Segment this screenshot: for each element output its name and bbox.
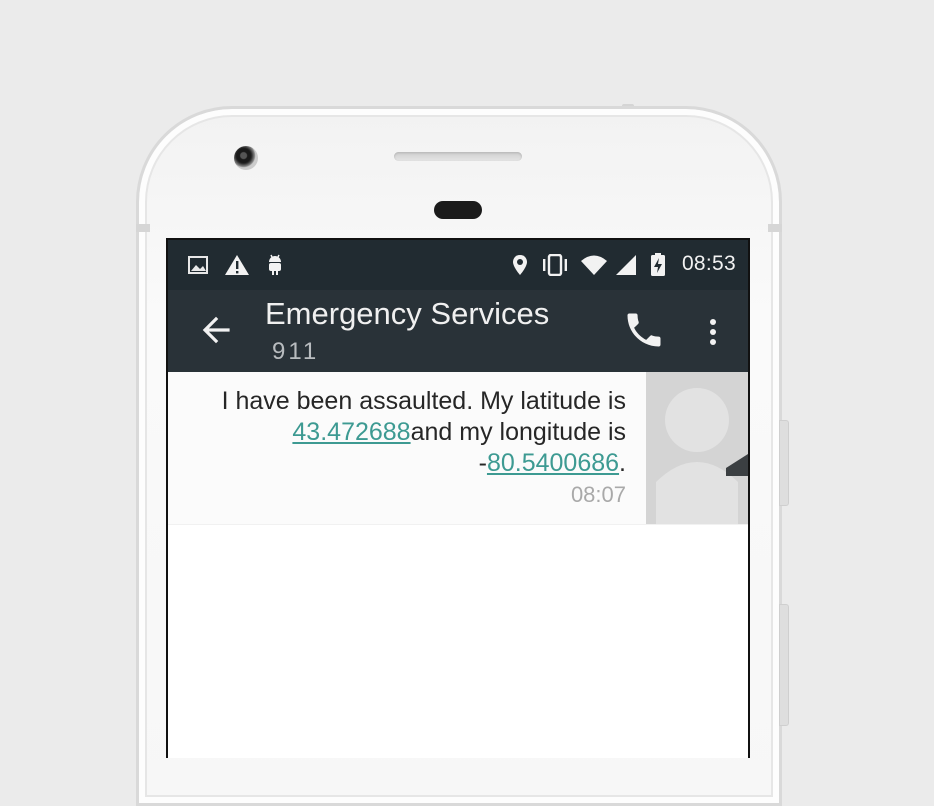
message-timestamp: 08:07: [570, 482, 626, 507]
warning-icon: [224, 254, 250, 276]
status-time: 08:53: [681, 252, 736, 275]
antenna-band-right: [768, 224, 782, 232]
more-options-icon[interactable]: [702, 310, 724, 354]
app-bar: Emergency Services 911: [168, 290, 748, 372]
phone-screen: 08:53 Emergency Services 911 I have been…: [166, 238, 750, 758]
message-text-part: .: [619, 449, 626, 477]
status-bar: 08:53: [168, 240, 748, 290]
message-text-part: I have been assaulted. My latitude is: [221, 387, 626, 415]
volume-button: [779, 420, 789, 506]
latitude-link[interactable]: 43.472688: [292, 418, 410, 446]
message-item: I have been assaulted. My latitude is 43…: [168, 372, 748, 525]
vibrate-icon: [540, 254, 570, 276]
conversation-title: Emergency Services: [265, 296, 550, 331]
earpiece-speaker: [394, 152, 522, 161]
message-text: I have been assaulted. My latitude is 43…: [186, 386, 626, 479]
wifi-icon: [580, 254, 608, 276]
back-arrow-icon[interactable]: [198, 312, 234, 348]
side-button: [779, 604, 789, 726]
message-thread: I have been assaulted. My latitude is 43…: [168, 372, 748, 758]
signal-icon: [614, 254, 638, 276]
location-icon: [510, 254, 530, 276]
android-icon: [264, 254, 286, 276]
conversation-number: 911: [272, 338, 320, 365]
proximity-sensor: [434, 201, 482, 219]
contact-avatar[interactable]: [646, 372, 748, 524]
image-icon: [186, 254, 210, 276]
battery-charging-icon: [648, 253, 668, 276]
antenna-band-left: [136, 224, 150, 232]
phone-call-icon[interactable]: [622, 308, 666, 352]
longitude-link[interactable]: 80.5400686: [487, 449, 619, 477]
front-camera: [234, 146, 258, 170]
